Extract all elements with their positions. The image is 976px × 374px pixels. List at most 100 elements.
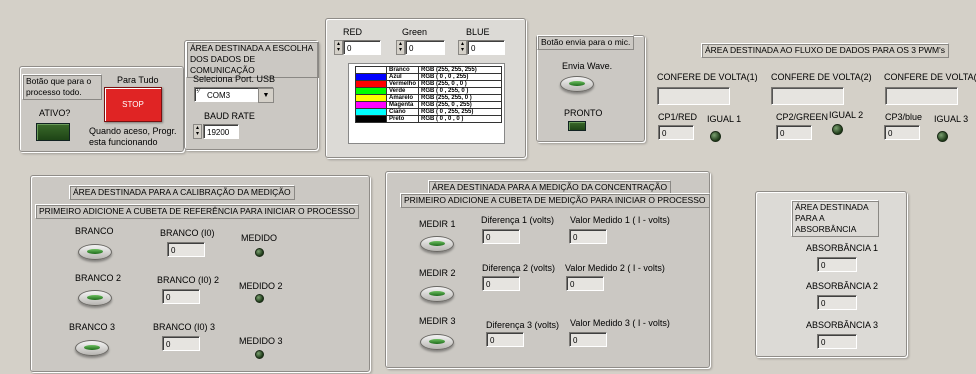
send-wave-label: Envia Wave. xyxy=(562,61,613,71)
port-dropdown-arrow[interactable]: ▼ xyxy=(258,88,274,103)
baud-spinner[interactable]: ▴ ▾ xyxy=(193,124,202,139)
color-row: Branco RGB (255, 255, 255) xyxy=(355,66,503,74)
usb-port-label: Seleciona Port. USB xyxy=(193,74,276,84)
white-3-label: BRANCO 3 xyxy=(69,322,116,332)
blue-label: BLUE xyxy=(466,27,490,37)
equal-1-label: IGUAL 1 xyxy=(707,114,742,124)
white-2-button[interactable] xyxy=(78,290,112,306)
measured-value-1-display: 0 xyxy=(569,229,607,244)
baud-rate-input[interactable]: 19200 xyxy=(203,124,239,139)
white-2-field-label: BRANCO (I0) 2 xyxy=(157,275,220,285)
difference-2-label: Diferença 2 (volts) xyxy=(482,263,556,273)
measured-value-3-display: 0 xyxy=(569,332,607,347)
white-2-display: 0 xyxy=(162,289,200,304)
equal-1-led xyxy=(710,131,721,142)
color-swatch xyxy=(355,73,387,81)
difference-3-display: 0 xyxy=(486,332,524,347)
measured-1-label: MEDIDO xyxy=(241,233,277,243)
measured-value-3-label: Valor Medido 3 ( I - volts) xyxy=(570,318,670,328)
color-name: Magenta xyxy=(385,101,420,109)
cp2-display: 0 xyxy=(776,125,812,140)
cp3-label: CP3/blue xyxy=(885,112,923,122)
check-back-1-display xyxy=(657,87,730,105)
measured-2-label: MEDIDO 2 xyxy=(239,281,283,291)
calibration-title: ÁREA DESTINADA PARA A CALIBRAÇÃO DA MEDI… xyxy=(69,185,295,200)
cp2-label: CP2/GREEN xyxy=(776,112,829,122)
equal-3-label: IGUAL 3 xyxy=(934,114,969,124)
green-label: Green xyxy=(402,27,428,37)
color-name: Branco xyxy=(385,66,420,74)
mic-title: Botão envia para o mic. xyxy=(537,35,635,50)
measured-value-1-label: Valor Medido 1 ( I - volts) xyxy=(570,215,670,225)
cp3-display: 0 xyxy=(884,125,920,140)
stop-button[interactable]: STOP xyxy=(104,87,162,122)
send-wave-button[interactable] xyxy=(560,76,594,92)
white-1-field-label: BRANCO (I0) xyxy=(160,228,215,238)
color-name: Amarelo xyxy=(385,94,420,102)
color-name: Azul xyxy=(385,73,420,81)
color-swatch xyxy=(355,108,387,116)
green-spinner[interactable]: ▴ ▾ xyxy=(396,40,405,55)
absorbance-2-label: ABSORBÂNCIA 2 xyxy=(806,281,879,291)
white-1-button[interactable] xyxy=(78,244,112,260)
blue-input[interactable]: 0 xyxy=(467,40,505,55)
color-name: Vermelho xyxy=(385,80,420,88)
white-3-display: 0 xyxy=(162,336,200,351)
color-rgb-value: RGB ( 0 , 0 , 255) xyxy=(418,73,503,81)
communication-title: ÁREA DESTINADA A ESCOLHA DOS DADOS DE CO… xyxy=(186,41,319,78)
color-row: Ciano RGB ( 0 , 255, 255) xyxy=(355,108,503,116)
white-1-label: BRANCO xyxy=(75,226,114,236)
measured-1-led xyxy=(255,248,264,257)
color-row: Vermelho RGB (255, 0 , 0 ) xyxy=(355,80,503,88)
color-row: Azul RGB ( 0 , 0 , 255) xyxy=(355,73,503,81)
color-rgb-value: RGB (255, 255, 255) xyxy=(418,66,503,74)
white-2-label: BRANCO 2 xyxy=(75,273,122,283)
measure-3-button[interactable] xyxy=(420,334,454,350)
port-value: COM3 xyxy=(207,91,231,100)
ready-label: PRONTO xyxy=(564,108,603,118)
white-1-display: 0 xyxy=(167,242,205,257)
equal-3-led xyxy=(937,131,948,142)
color-rgb-value: RGB ( 0 , 255, 0 ) xyxy=(418,87,503,95)
color-name: Verde xyxy=(385,87,420,95)
absorbance-2-display: 0 xyxy=(817,295,857,310)
cp1-label: CP1/RED xyxy=(658,112,698,122)
measure-3-label: MEDIR 3 xyxy=(419,316,456,326)
measure-2-button[interactable] xyxy=(420,286,454,302)
color-rgb-value: RGB (255, 0 , 255) xyxy=(418,101,503,109)
white-3-button[interactable] xyxy=(75,340,109,356)
green-input[interactable]: 0 xyxy=(405,40,445,55)
measured-2-led xyxy=(255,294,264,303)
color-rgb-value: RGB ( 0 , 0 , 0 ) xyxy=(418,115,503,123)
measure-2-label: MEDIR 2 xyxy=(419,268,456,278)
pwm-title: ÁREA DESTINADA AO FLUXO DE DADOS PARA OS… xyxy=(701,43,949,58)
ready-led xyxy=(568,121,586,131)
measured-3-label: MEDIDO 3 xyxy=(239,336,283,346)
difference-1-label: Diferença 1 (volts) xyxy=(481,215,555,225)
color-swatch xyxy=(355,80,387,88)
absorbance-3-label: ABSORBÂNCIA 3 xyxy=(806,320,879,330)
absorbance-1-label: ABSORBÂNCIA 1 xyxy=(806,243,879,253)
color-rgb-value: RGB ( 0 , 255, 255) xyxy=(418,108,503,116)
absorbance-title: ÁREA DESTINADA PARA A ABSORBÂNCIA xyxy=(791,200,879,237)
red-label: RED xyxy=(343,27,363,37)
difference-1-display: 0 xyxy=(482,229,520,244)
equal-2-label: IGUAL 2 xyxy=(829,110,864,120)
measured-value-2-label: Valor Medido 2 ( I - volts) xyxy=(565,263,665,273)
red-spinner[interactable]: ▴ ▾ xyxy=(334,40,343,55)
measure-1-button[interactable] xyxy=(420,236,454,252)
color-rgb-value: RGB (255, 255, 0 ) xyxy=(418,94,503,102)
check-back-1-label: CONFERE DE VOLTA(1) xyxy=(657,72,758,82)
calibration-subtitle: PRIMEIRO ADICIONE A CUBETA DE REFERÊNCIA… xyxy=(35,204,360,219)
check-back-3-display xyxy=(885,87,958,105)
measured-3-led xyxy=(255,350,264,359)
port-refnum-icon: ⅟ xyxy=(196,89,200,95)
running-led-caption: Quando aceso, Progr. esta funcionando xyxy=(89,126,177,147)
absorbance-3-display: 0 xyxy=(817,334,857,349)
red-input[interactable]: 0 xyxy=(343,40,381,55)
absorbance-1-display: 0 xyxy=(817,257,857,272)
color-swatch xyxy=(355,94,387,102)
stop-title: Para Tudo xyxy=(117,75,159,85)
color-name: Preto xyxy=(385,115,420,123)
blue-spinner[interactable]: ▴ ▾ xyxy=(458,40,467,55)
